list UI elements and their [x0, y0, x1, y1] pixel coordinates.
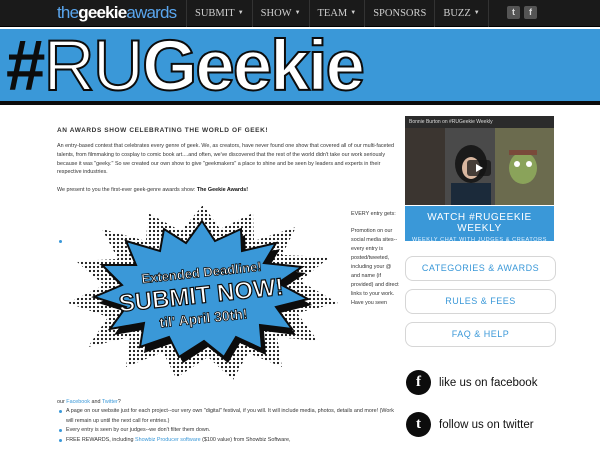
main-nav: SUBMIT ▼ SHOW ▼ TEAM ▼ SPONSORS BUZZ ▼ — [186, 0, 489, 27]
entry-benefits-side: EVERY entry gets: Promotion on our socia… — [351, 210, 399, 316]
list-item: Every entry is seen by our judges--we do… — [57, 426, 401, 435]
nav-item-buzz[interactable]: BUZZ ▼ — [434, 0, 489, 27]
every-entry-heading: EVERY entry gets: — [351, 211, 396, 217]
site-logo[interactable]: thegeekieawards — [57, 3, 177, 23]
list-item: A page on our website just for each proj… — [57, 407, 401, 426]
facebook-follow-label: like us on facebook — [439, 376, 538, 389]
intro-paragraph: An entry-based contest that celebrates e… — [57, 143, 395, 176]
chevron-down-icon: ▼ — [473, 10, 480, 16]
twitter-follow-label: follow us on twitter — [439, 418, 534, 431]
showbiz-software-link[interactable]: Showbiz Producer software — [135, 437, 201, 443]
bullet-marker — [59, 240, 62, 243]
top-navigation-bar: thegeekieawards SUBMIT ▼ SHOW ▼ TEAM ▼ SPON… — [0, 0, 600, 27]
nav-item-show[interactable]: SHOW ▼ — [251, 0, 309, 27]
social-links-line: our Facebook and Twitter? — [57, 399, 121, 405]
twitter-icon: t — [406, 412, 431, 437]
facebook-icon[interactable]: f — [524, 6, 537, 19]
chevron-down-icon: ▼ — [237, 10, 244, 16]
facebook-icon: f — [406, 370, 431, 395]
entry-benefits-list: our Facebook and Twitter? A page on our … — [57, 398, 401, 445]
nav-item-sponsors[interactable]: SPONSORS — [364, 0, 434, 27]
nav-item-submit[interactable]: SUBMIT ▼ — [186, 0, 252, 27]
twitter-link[interactable]: Twitter — [102, 399, 118, 405]
hero-banner: #RUGeekie — [0, 29, 600, 105]
facebook-link[interactable]: Facebook — [66, 399, 90, 405]
tumblr-icon[interactable]: t — [507, 6, 520, 19]
nav-item-team[interactable]: TEAM ▼ — [308, 0, 365, 27]
categories-awards-button[interactable]: CATEGORIES & AWARDS — [405, 256, 556, 281]
twitter-follow[interactable]: t follow us on twitter — [406, 412, 534, 437]
chevron-down-icon: ▼ — [350, 10, 357, 16]
rules-fees-button[interactable]: RULES & FEES — [405, 289, 556, 314]
chevron-down-icon: ▼ — [294, 10, 301, 16]
video-player[interactable]: Bonnie Burton on #RUGeekie Weekly — [405, 116, 554, 205]
facebook-follow[interactable]: f like us on facebook — [406, 370, 537, 395]
list-item: FREE REWARDS, including Showbiz Producer… — [57, 436, 401, 445]
banner-title: #RUGeekie — [6, 29, 366, 105]
submit-now-starburst[interactable]: Extended Deadline! SUBMIT NOW! til' Apri… — [68, 205, 338, 380]
page-tagline: AN AWARDS SHOW CELEBRATING THE WORLD OF … — [57, 127, 269, 134]
play-icon[interactable] — [467, 160, 491, 176]
present-paragraph: We present to you the first-ever geek-ge… — [57, 187, 249, 193]
promotion-text: Promotion on our social media sites--eve… — [351, 228, 399, 306]
watch-weekly-banner[interactable]: WATCH #RUGEEKIE WEEKLY WEEKLY CHAT WITH … — [405, 206, 554, 243]
faq-help-button[interactable]: FAQ & HELP — [405, 322, 556, 347]
video-title: Bonnie Burton on #RUGeekie Weekly — [409, 119, 493, 125]
